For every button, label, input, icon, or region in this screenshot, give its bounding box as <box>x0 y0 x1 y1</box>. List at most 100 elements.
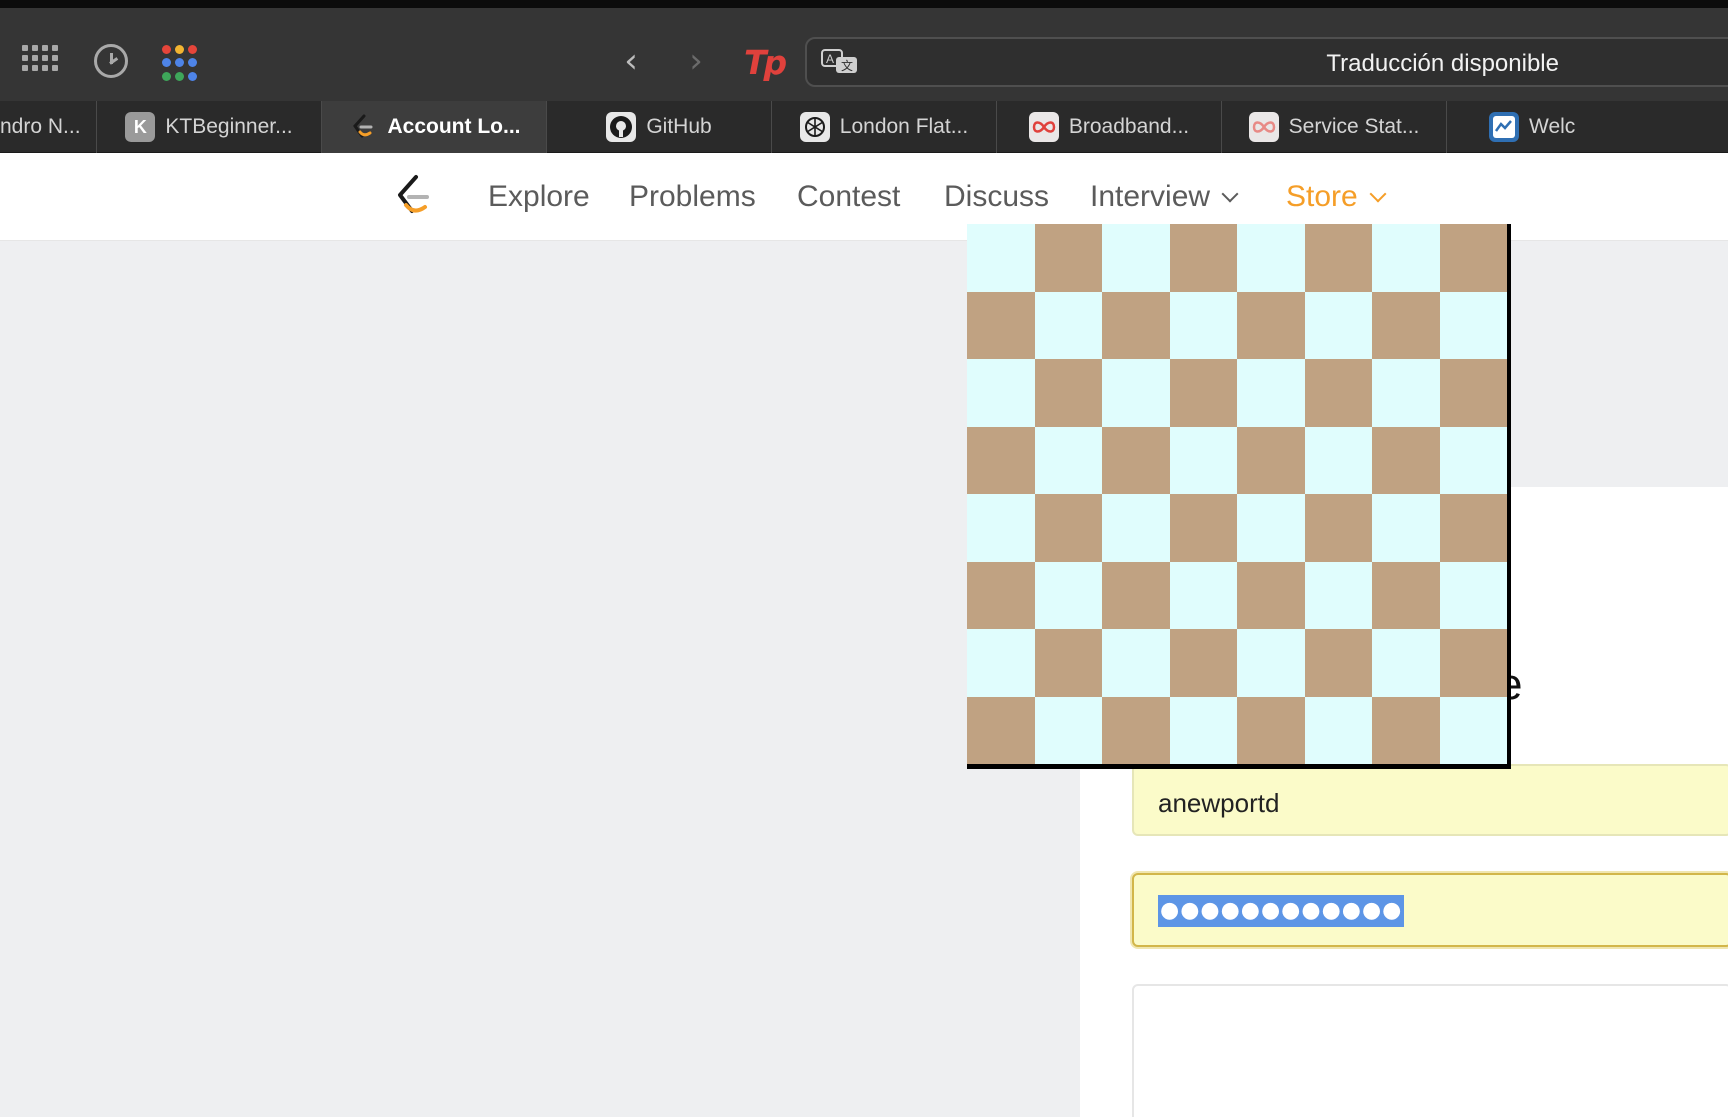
apps-grid-icon[interactable] <box>22 40 58 76</box>
chessboard-square[interactable] <box>1237 359 1305 427</box>
chessboard-square[interactable] <box>1034 561 1102 629</box>
chessboard-square[interactable] <box>1237 224 1305 292</box>
chessboard-square[interactable] <box>1237 426 1305 494</box>
chessboard-square[interactable] <box>1102 629 1170 697</box>
chessboard-square[interactable] <box>1439 224 1507 292</box>
chessboard-square[interactable] <box>1372 561 1440 629</box>
next-field[interactable] <box>1132 984 1728 1117</box>
tab-partial-left[interactable]: ndro N... <box>0 101 97 153</box>
chessboard-square[interactable] <box>1102 359 1170 427</box>
colored-dots-icon[interactable] <box>160 45 198 81</box>
chessboard-square[interactable] <box>1439 494 1507 562</box>
nav-contest[interactable]: Contest <box>797 180 900 214</box>
chessboard-square[interactable] <box>1034 494 1102 562</box>
chessboard-square[interactable] <box>1237 696 1305 764</box>
tab-ktbeginner[interactable]: K KTBeginner... <box>97 101 322 153</box>
chessboard-square[interactable] <box>1102 224 1170 292</box>
tab-account-login[interactable]: Account Lo... <box>322 101 547 153</box>
chessboard-square[interactable] <box>967 629 1035 697</box>
chessboard-square[interactable] <box>1102 696 1170 764</box>
tab-service-status[interactable]: Service Stat... <box>1222 101 1447 153</box>
chessboard-square[interactable] <box>1034 224 1102 292</box>
tab-github[interactable]: GitHub <box>547 101 772 153</box>
chessboard-square[interactable] <box>1439 629 1507 697</box>
chessboard-square[interactable] <box>1169 359 1237 427</box>
translate-icon[interactable]: A 文 <box>821 49 859 75</box>
leetcode-logo-icon[interactable] <box>392 173 434 219</box>
password-field[interactable]: ●●●●●●●●●●●● <box>1132 873 1728 947</box>
chessboard-square[interactable] <box>1304 561 1372 629</box>
chessboard-square[interactable] <box>1169 629 1237 697</box>
chessboard-square[interactable] <box>1372 696 1440 764</box>
chessboard-square[interactable] <box>1169 291 1237 359</box>
nav-problems[interactable]: Problems <box>629 180 756 214</box>
chessboard-square[interactable] <box>1304 359 1372 427</box>
welcome-favicon-icon <box>1489 112 1519 142</box>
chessboard-square[interactable] <box>1372 224 1440 292</box>
tp-extension-icon[interactable]: Tp <box>744 42 787 82</box>
username-field[interactable]: anewportd <box>1132 764 1728 836</box>
tab-london-flat[interactable]: London Flat... <box>772 101 997 153</box>
history-icon[interactable] <box>94 44 128 78</box>
chessboard-square[interactable] <box>1372 359 1440 427</box>
chessboard-square[interactable] <box>1439 359 1507 427</box>
chessboard-square[interactable] <box>967 696 1035 764</box>
tab-welcome-partial[interactable]: Welc <box>1447 101 1728 153</box>
chessboard-square[interactable] <box>967 359 1035 427</box>
chessboard-square[interactable] <box>1102 426 1170 494</box>
chessboard-square[interactable] <box>967 291 1035 359</box>
chessboard-square[interactable] <box>1304 629 1372 697</box>
nav-discuss[interactable]: Discuss <box>944 180 1049 214</box>
chessboard-square[interactable] <box>967 426 1035 494</box>
browser-toolbar: ‹ › Tp A 文 Traducción disponible <box>0 8 1728 101</box>
chessboard-square[interactable] <box>1034 629 1102 697</box>
chessboard-square[interactable] <box>1372 629 1440 697</box>
chessboard-square[interactable] <box>1102 291 1170 359</box>
chessboard-square[interactable] <box>967 561 1035 629</box>
chessboard-square[interactable] <box>1304 494 1372 562</box>
chessboard-square[interactable] <box>1372 291 1440 359</box>
back-arrow-icon[interactable]: ‹ <box>616 44 646 78</box>
chessboard-square[interactable] <box>1034 426 1102 494</box>
chessboard-square[interactable] <box>1102 494 1170 562</box>
chessboard-square[interactable] <box>1102 561 1170 629</box>
openai-favicon-icon <box>799 112 830 142</box>
chessboard-square[interactable] <box>1237 291 1305 359</box>
chessboard-square[interactable] <box>1372 426 1440 494</box>
chessboard-square[interactable] <box>967 494 1035 562</box>
tab-label: KTBeginner... <box>165 115 293 138</box>
chessboard-square[interactable] <box>1034 359 1102 427</box>
chessboard-square[interactable] <box>1169 696 1237 764</box>
address-bar[interactable]: A 文 Traducción disponible <box>805 37 1728 87</box>
forward-arrow-icon[interactable]: › <box>681 44 711 78</box>
chessboard-square[interactable] <box>1304 696 1372 764</box>
chessboard-square[interactable] <box>1304 291 1372 359</box>
chessboard-square[interactable] <box>1169 561 1237 629</box>
password-selection: ●●●●●●●●●●●● <box>1158 895 1405 927</box>
tab-label: Welc <box>1529 115 1576 138</box>
infinity-favicon-icon <box>1248 112 1279 142</box>
chessboard-square[interactable] <box>967 224 1035 292</box>
nav-explore[interactable]: Explore <box>488 180 590 214</box>
chessboard-square[interactable] <box>1439 291 1507 359</box>
chessboard-square[interactable] <box>1237 561 1305 629</box>
chessboard-square[interactable] <box>1237 494 1305 562</box>
nav-store[interactable]: Store <box>1286 180 1387 214</box>
chessboard-square[interactable] <box>1439 426 1507 494</box>
chessboard-square[interactable] <box>1439 696 1507 764</box>
chessboard-square[interactable] <box>1169 494 1237 562</box>
chessboard-square[interactable] <box>1304 224 1372 292</box>
chessboard-square[interactable] <box>1034 291 1102 359</box>
tab-broadband[interactable]: Broadband... <box>997 101 1222 153</box>
translation-available-text[interactable]: Traducción disponible <box>1326 50 1559 78</box>
chessboard-square[interactable] <box>1169 426 1237 494</box>
chessboard-square[interactable] <box>1034 696 1102 764</box>
nav-interview[interactable]: Interview <box>1090 180 1239 214</box>
chessboard-square[interactable] <box>1237 629 1305 697</box>
chessboard[interactable] <box>967 224 1511 769</box>
chessboard-square[interactable] <box>1439 561 1507 629</box>
chessboard-square[interactable] <box>1304 426 1372 494</box>
chessboard-square[interactable] <box>1169 224 1237 292</box>
chessboard-square[interactable] <box>1372 494 1440 562</box>
nav-interview-label: Interview <box>1090 180 1211 213</box>
